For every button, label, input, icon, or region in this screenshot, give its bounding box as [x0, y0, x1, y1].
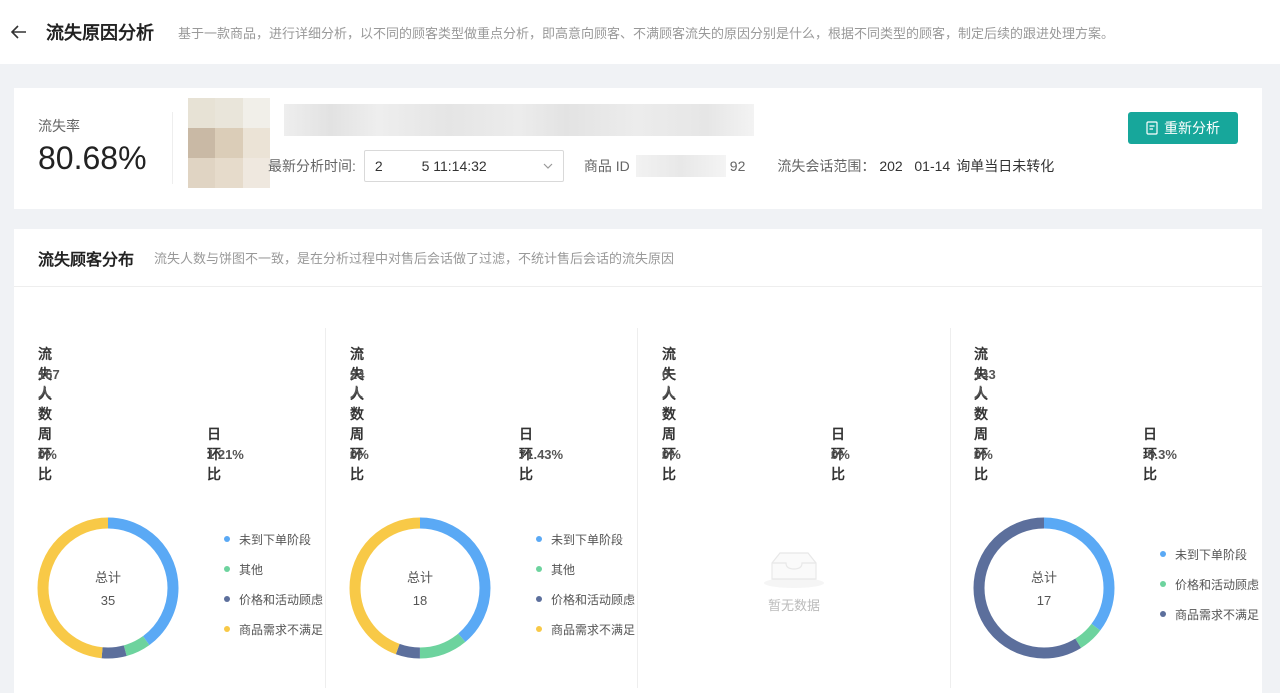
legend-dot [224, 566, 230, 572]
empty-box-icon [764, 552, 824, 588]
legend-dot [1160, 611, 1166, 617]
legend-label: 价格和活动顾虑 [239, 592, 324, 607]
legend-dot [536, 566, 542, 572]
page-description: 基于一款商品，进行详细分析，以不同的顾客类型做重点分析，即高意向顾客、不满顾客流… [178, 25, 1115, 41]
legend-item[interactable]: 其他 [224, 554, 323, 584]
churn-rate-value: 80.68% [38, 140, 147, 176]
donut-chart: 总计 35 [37, 517, 179, 659]
legend-dot [536, 536, 542, 542]
loss-count-value: 167人 [38, 367, 60, 400]
legend-item[interactable]: 价格和活动顾虑 [1160, 569, 1259, 599]
reanalyze-button[interactable]: 重新分析 [1128, 112, 1238, 144]
panel-divider [637, 328, 638, 688]
legend-label: 商品需求不满足 [239, 622, 324, 637]
loss-count-value: 24人 [350, 367, 365, 400]
legend-label: 未到下单阶段 [239, 532, 312, 547]
legend-item[interactable]: 商品需求不满足 [1160, 599, 1259, 629]
legend-item[interactable]: 价格和活动顾虑 [224, 584, 323, 614]
donut-total-value: 35 [101, 593, 115, 608]
section-title: 流失顾客分布 [38, 251, 135, 269]
donut-total-label: 总计 [1031, 570, 1057, 585]
chevron-down-icon [543, 163, 553, 169]
product-id-value: 92 [729, 158, 746, 174]
legend-label: 其他 [551, 562, 576, 577]
product-id-label: 商品 ID [583, 158, 630, 174]
distribution-card: 流失顾客分布 流失人数与饼图不一致，是在分析过程中对售后会话做了过滤，不统计售后… [14, 229, 1262, 693]
legend-dot [536, 626, 542, 632]
section-description: 流失人数与饼图不一致，是在分析过程中对售后会话做了过滤，不统计售后会话的流失原因 [154, 251, 675, 266]
product-name-redacted [284, 104, 754, 136]
page-title: 流失原因分析 [46, 23, 154, 43]
legend-item[interactable]: 商品需求不满足 [224, 614, 323, 644]
analysis-time-label: 最新分析时间: [268, 158, 356, 174]
day-ratio-value: 0% [831, 447, 850, 462]
divider [172, 112, 173, 184]
legend-item[interactable]: 未到下单阶段 [1160, 539, 1259, 569]
legend-item[interactable]: 其他 [536, 554, 635, 584]
analysis-time-select[interactable]: 2 5 11:14:32 [363, 150, 564, 182]
day-ratio-value: -5.3% [1143, 447, 1177, 462]
donut-total-value: 17 [1037, 593, 1051, 608]
range-note: 询单当日未转化 [956, 158, 1055, 174]
chart-legend: 未到下单阶段 其他价格和活动顾虑 商品需求不满足 [224, 524, 323, 644]
legend-item[interactable]: 未到下单阶段 [536, 524, 635, 554]
panel-divider [950, 328, 951, 688]
empty-state: 暂无数据 [762, 547, 826, 614]
loss-count-value: 0人 [662, 367, 676, 400]
week-ratio-value: 0% [662, 447, 681, 462]
chart-legend: 未到下单阶段 其他价格和活动顾虑 商品需求不满足 [536, 524, 635, 644]
legend-label: 商品需求不满足 [551, 622, 636, 637]
legend-label: 未到下单阶段 [551, 532, 624, 547]
donut-chart: 总计 17 [973, 517, 1115, 659]
donut-chart: 总计 18 [349, 517, 491, 659]
churn-rate-label: 流失率 [38, 118, 80, 134]
legend-label: 商品需求不满足 [1175, 607, 1260, 622]
reanalyze-label: 重新分析 [1164, 120, 1220, 136]
legend-label: 未到下单阶段 [1175, 547, 1248, 562]
day-ratio-value: 1.21% [207, 447, 244, 462]
legend-dot [536, 596, 542, 602]
product-id-redacted [635, 155, 726, 177]
week-ratio-value: 0% [974, 447, 993, 462]
legend-dot [1160, 551, 1166, 557]
donut-total-label: 总计 [407, 570, 433, 585]
legend-label: 价格和活动顾虑 [551, 592, 636, 607]
analysis-time-value: 2 5 11:14:32 [374, 158, 487, 174]
chart-legend: 未到下单阶段 价格和活动顾虑 商品需求不满足 [1160, 539, 1259, 629]
document-icon [1146, 121, 1158, 135]
panel-divider [325, 328, 326, 688]
week-ratio-value: 0% [350, 447, 369, 462]
summary-card: 流失率 80.68% 最新分析时间: 2 5 11:14:32 商品 ID 92… [14, 88, 1262, 209]
empty-state-text: 暂无数据 [767, 598, 820, 613]
donut-total-value: 18 [413, 593, 427, 608]
day-ratio-value: 71.43% [519, 447, 564, 462]
legend-label: 价格和活动顾虑 [1175, 577, 1260, 592]
product-image [188, 98, 270, 188]
legend-item[interactable]: 未到下单阶段 [224, 524, 323, 554]
legend-dot [224, 536, 230, 542]
top-bar: 流失原因分析 基于一款商品，进行详细分析，以不同的顾客类型做重点分析，即高意向顾… [0, 0, 1280, 64]
legend-dot [224, 626, 230, 632]
section-header: 流失顾客分布 流失人数与饼图不一致，是在分析过程中对售后会话做了过滤，不统计售后… [14, 229, 1262, 287]
legend-label: 其他 [239, 562, 264, 577]
range-value: 202 01-14 [879, 158, 951, 174]
legend-dot [224, 596, 230, 602]
analysis-meta: 最新分析时间: 2 5 11:14:32 商品 ID 92 流失会话范围： 20… [268, 150, 1054, 182]
legend-item[interactable]: 商品需求不满足 [536, 614, 635, 644]
week-ratio-value: 0% [38, 447, 57, 462]
range-label: 流失会话范围： [777, 158, 876, 174]
loss-count-value: 143人 [974, 367, 996, 400]
legend-item[interactable]: 价格和活动顾虑 [536, 584, 635, 614]
donut-total-label: 总计 [95, 570, 121, 585]
legend-dot [1160, 581, 1166, 587]
back-arrow-icon[interactable] [10, 23, 28, 41]
